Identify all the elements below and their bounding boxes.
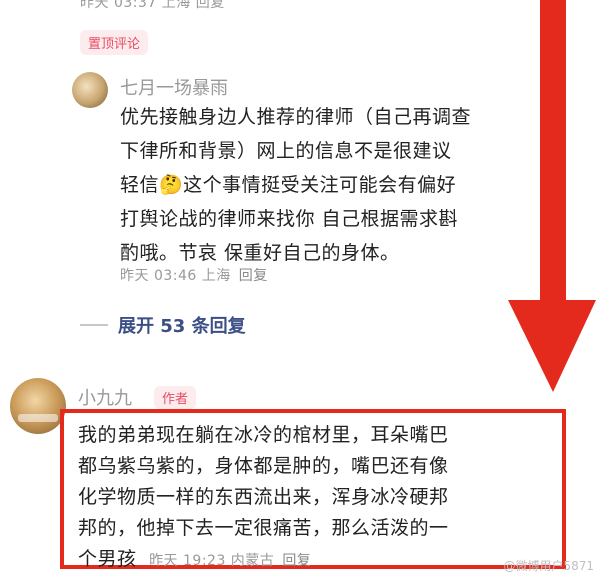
author-avatar[interactable] [10, 378, 66, 434]
author-username[interactable]: 小九九 [78, 384, 132, 410]
reply-button[interactable]: 回复 [282, 553, 311, 569]
author-badge: 作者 [154, 386, 197, 409]
reply-line: 我的弟弟现在躺在冰冷的棺材里，耳朵嘴巴 [78, 424, 449, 446]
divider-line [80, 324, 108, 326]
comment-line: 打舆论战的律师来找你 自己根据需求斟 [120, 208, 459, 230]
comment-line: 轻信🤔这个事情挺受关注可能会有偏好 [120, 174, 457, 196]
reply-line: 个男孩 [78, 548, 137, 570]
pinned-comment-badge: 置顶评论 [80, 30, 149, 55]
reply-timestamp: 昨天 19:23 内蒙古 [149, 553, 275, 569]
comment-meta: 昨天 03:46 上海 回复 [120, 265, 268, 285]
expand-replies-button[interactable]: 展开 53 条回复 [80, 312, 246, 338]
comment-text: 优先接触身边人推荐的律师（自己再调查 下律所和背景）网上的信息不是很建议 轻信🤔… [120, 100, 540, 270]
comment-line: 下律所和背景）网上的信息不是很建议 [120, 140, 452, 162]
user-avatar[interactable] [72, 72, 108, 108]
reply-line: 邦的，他掉下去一定很痛苦，那么活泼的一 [78, 517, 449, 539]
comment-timestamp: 昨天 03:46 上海 [120, 268, 231, 284]
watermark: @微博用户5871 [503, 559, 594, 573]
previous-comment-meta: 昨天 03:37 上海 回复 [80, 0, 225, 11]
comment-username[interactable]: 七月一场暴雨 [120, 74, 228, 100]
reply-last-line: 个男孩 昨天 19:23 内蒙古 回复 [78, 544, 558, 577]
avatar-caption [18, 414, 58, 422]
red-arrow-icon [508, 0, 596, 392]
reply-line: 都乌紫乌紫的，身体都是肿的，嘴巴还有像 [78, 455, 449, 477]
reply-button[interactable]: 回复 [239, 268, 268, 284]
expand-replies-label: 展开 53 条回复 [118, 316, 246, 337]
author-reply-text: 我的弟弟现在躺在冰冷的棺材里，耳朵嘴巴 都乌紫乌紫的，身体都是肿的，嘴巴还有像 … [78, 420, 558, 577]
reply-line: 化学物质一样的东西流出来，浑身冰冷硬邦 [78, 486, 449, 508]
comment-line: 优先接触身边人推荐的律师（自己再调查 [120, 106, 472, 128]
